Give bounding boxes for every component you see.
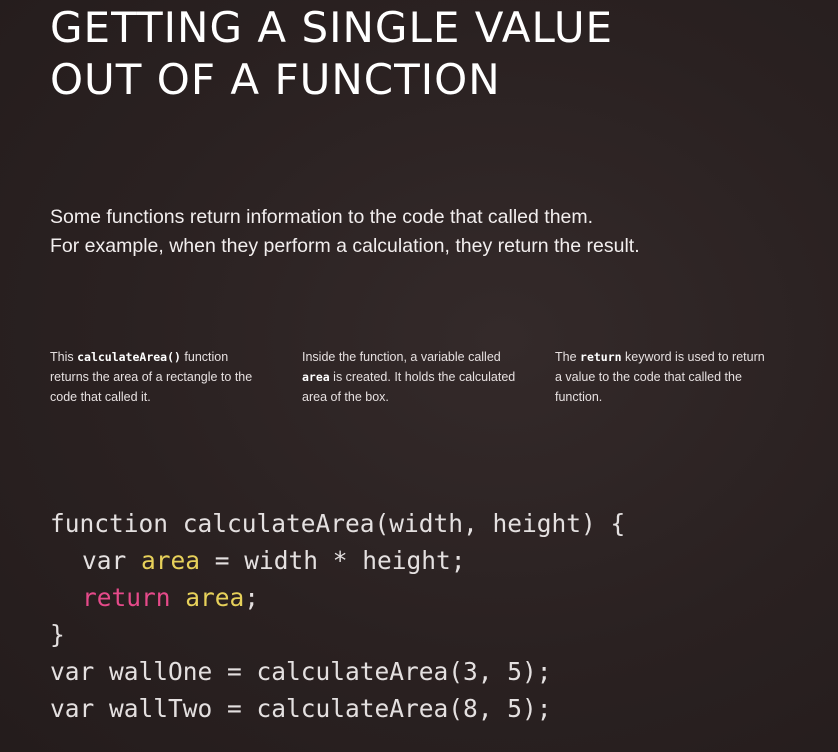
- annotation-variable: Inside the function, a variable called a…: [302, 347, 517, 407]
- annotation-variable-text-before: Inside the function, a variable called: [302, 350, 501, 364]
- intro-line-1: Some functions return information to the…: [50, 206, 594, 228]
- annotation-function: This calculateArea() function returns th…: [50, 347, 265, 407]
- code-line-wall-one: var wallOne = calculateArea(3, 5);: [50, 657, 552, 686]
- code-return-value: area: [185, 583, 245, 612]
- annotation-return-text-before: The: [555, 350, 581, 364]
- page-title-line-2: OUT OF A FUNCTION: [50, 55, 501, 104]
- intro-line-2: For example, when they perform a calcula…: [50, 235, 640, 257]
- intro-paragraph: Some functions return information to the…: [50, 203, 790, 261]
- annotation-variable-text-after: is created. It holds the calculated area…: [302, 370, 516, 404]
- page-title: GETTING A SINGLE VALUE OUT OF A FUNCTION: [50, 2, 613, 106]
- code-return-keyword: return: [82, 583, 171, 612]
- annotation-return-code: return: [580, 350, 622, 364]
- code-line-wall-two: var wallTwo = calculateArea(8, 5);: [50, 694, 552, 723]
- code-block: function calculateArea(width, height) { v…: [50, 505, 625, 727]
- annotation-function-text-before: This: [50, 350, 78, 364]
- code-area-variable: area: [141, 546, 201, 575]
- code-line-var-area: var area = width * height;: [50, 542, 625, 579]
- code-var-keyword: var: [82, 546, 142, 575]
- page-title-line-1: GETTING A SINGLE VALUE: [50, 3, 614, 52]
- code-return-space: [171, 583, 186, 612]
- annotation-return: The return keyword is used to return a v…: [555, 347, 770, 407]
- code-line-function-declaration: function calculateArea(width, height) {: [50, 509, 626, 538]
- annotation-function-code: calculateArea(): [77, 350, 181, 364]
- code-line-return: return area;: [50, 579, 625, 616]
- code-return-semicolon: ;: [244, 583, 260, 612]
- code-area-expression: = width * height;: [200, 546, 466, 575]
- code-line-closing-brace: }: [50, 620, 65, 649]
- annotation-variable-code: area: [302, 370, 330, 384]
